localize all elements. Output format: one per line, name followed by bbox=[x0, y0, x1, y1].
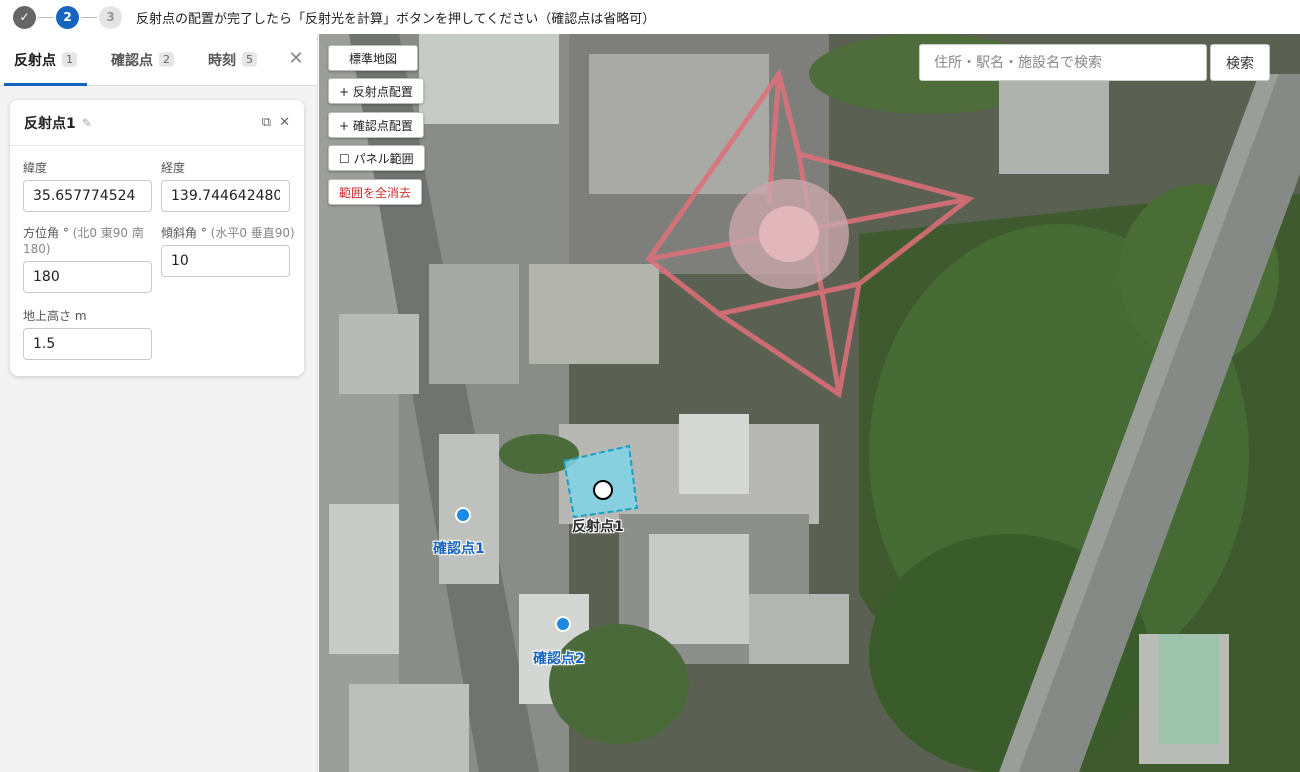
step-1-done[interactable]: ✓ bbox=[13, 5, 36, 29]
latitude-label: 緯度 bbox=[23, 161, 48, 175]
tab-count-badge: 2 bbox=[159, 52, 174, 67]
step-instruction: 反射点の配置が完了したら「反射光を計算」ボタンを押してください（確認点は省略可） bbox=[136, 11, 656, 27]
step-3-todo[interactable]: 3 bbox=[99, 5, 122, 29]
card-title: 反射点1 bbox=[24, 115, 76, 132]
tab-count-badge: 5 bbox=[242, 52, 257, 67]
close-icon[interactable]: ✕ bbox=[287, 50, 305, 68]
azimuth-label: 方位角 ° (北0 東90 南180) bbox=[23, 225, 159, 257]
tab-reflection-points[interactable]: 反射点 1 bbox=[4, 34, 87, 86]
stepper: ✓ 2 3 反射点の配置が完了したら「反射光を計算」ボタンを押してください（確認… bbox=[0, 0, 1300, 34]
search-button[interactable]: 検索 bbox=[1210, 44, 1270, 81]
tilt-field-group: 傾斜角 ° (水平0 垂直90) bbox=[161, 225, 297, 277]
panel-range-button[interactable]: ☐ パネル範囲 bbox=[328, 145, 425, 171]
search-input[interactable] bbox=[919, 44, 1207, 81]
pencil-icon[interactable]: ✎ bbox=[82, 116, 92, 130]
tab-times[interactable]: 時刻 5 bbox=[198, 34, 267, 85]
close-icon[interactable]: ✕ bbox=[279, 115, 290, 130]
check-point-1-label: 確認点1 bbox=[433, 541, 485, 557]
basemap-button[interactable]: 標準地図 bbox=[328, 45, 419, 71]
tab-label: 反射点 bbox=[14, 52, 56, 69]
card-header: 反射点1 ✎ ⧉ ✕ bbox=[10, 100, 304, 146]
check-point-2-label: 確認点2 bbox=[533, 651, 585, 667]
tab-label: 確認点 bbox=[111, 52, 153, 69]
tilt-hint: (水平0 垂直90) bbox=[210, 226, 295, 240]
tilt-label: 傾斜角 ° (水平0 垂直90) bbox=[161, 225, 297, 241]
latitude-field-group: 緯度 bbox=[23, 160, 152, 212]
card-actions: ⧉ ✕ bbox=[262, 115, 290, 130]
step-2-active[interactable]: 2 bbox=[56, 5, 79, 29]
longitude-field-group: 経度 bbox=[161, 160, 290, 212]
tilt-label-text: 傾斜角 ° bbox=[161, 226, 207, 240]
longitude-label: 経度 bbox=[161, 161, 186, 175]
height-field-group: 地上高さ m bbox=[23, 308, 152, 360]
longitude-input[interactable] bbox=[161, 180, 290, 212]
tab-label: 時刻 bbox=[208, 52, 236, 69]
sidebar: 反射点 1 確認点 2 時刻 5 ✕ 反射点1 ✎ ⧉ ✕ 緯度 経度 bbox=[0, 34, 318, 772]
latitude-input[interactable] bbox=[23, 180, 152, 212]
check-point-2-marker[interactable] bbox=[555, 616, 571, 632]
copy-icon[interactable]: ⧉ bbox=[262, 115, 271, 130]
clear-range-button[interactable]: 範囲を全消去 bbox=[328, 179, 423, 205]
reflection-point-marker[interactable] bbox=[593, 480, 613, 500]
step-connector bbox=[81, 16, 97, 18]
aerial-map-imagery bbox=[319, 34, 1300, 772]
tab-check-points[interactable]: 確認点 2 bbox=[101, 34, 184, 85]
tilt-input[interactable] bbox=[161, 245, 290, 277]
step-connector bbox=[38, 16, 54, 18]
reflection-point-card: 反射点1 ✎ ⧉ ✕ 緯度 経度 方位角 ° (北0 東90 南180) 傾斜角… bbox=[10, 100, 304, 376]
add-check-point-button[interactable]: + 確認点配置 bbox=[328, 112, 424, 138]
tab-count-badge: 1 bbox=[62, 52, 77, 67]
azimuth-input[interactable] bbox=[23, 261, 152, 293]
check-point-1-marker[interactable] bbox=[455, 507, 471, 523]
map-view[interactable]: 反射点1 確認点1 確認点2 標準地図 + 反射点配置 + 確認点配置 ☐ パネ… bbox=[319, 34, 1300, 772]
height-input[interactable] bbox=[23, 328, 152, 360]
height-label: 地上高さ m bbox=[23, 309, 87, 323]
azimuth-label-text: 方位角 ° bbox=[23, 226, 69, 240]
azimuth-field-group: 方位角 ° (北0 東90 南180) bbox=[23, 225, 159, 293]
reflection-point-label: 反射点1 bbox=[572, 519, 624, 535]
add-reflection-point-button[interactable]: + 反射点配置 bbox=[328, 78, 424, 104]
tab-bar: 反射点 1 確認点 2 時刻 5 ✕ bbox=[0, 34, 317, 86]
